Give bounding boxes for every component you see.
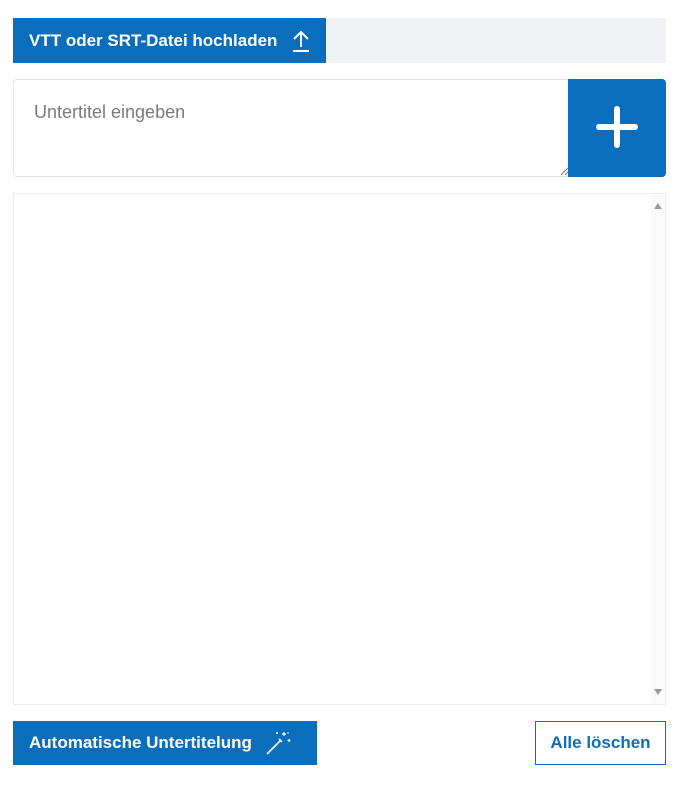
add-subtitle-button[interactable] (568, 79, 666, 177)
clear-all-label: Alle löschen (550, 733, 651, 752)
plus-icon (596, 105, 638, 151)
subtitle-list[interactable] (13, 193, 666, 705)
clear-all-button[interactable]: Alle löschen (535, 721, 666, 765)
auto-subtitle-button[interactable]: Automatische Untertitelung (13, 721, 317, 765)
auto-subtitle-label: Automatische Untertitelung (29, 733, 252, 752)
magic-wand-icon (264, 730, 292, 756)
subtitle-input-row (13, 79, 666, 177)
upload-bar: VTT oder SRT-Datei hochladen (13, 18, 666, 63)
subtitle-editor: VTT oder SRT-Datei hochladen Untertitel … (0, 0, 676, 786)
scroll-down-arrow-icon[interactable] (654, 689, 662, 695)
list-scrollbar[interactable] (651, 194, 665, 704)
upload-file-button[interactable]: VTT oder SRT-Datei hochladen (13, 18, 326, 63)
subtitle-input[interactable] (13, 79, 569, 177)
upload-button-label: VTT oder SRT-Datei hochladen (29, 30, 278, 50)
upload-arrow-icon (291, 29, 311, 53)
scroll-up-arrow-icon[interactable] (654, 203, 662, 209)
